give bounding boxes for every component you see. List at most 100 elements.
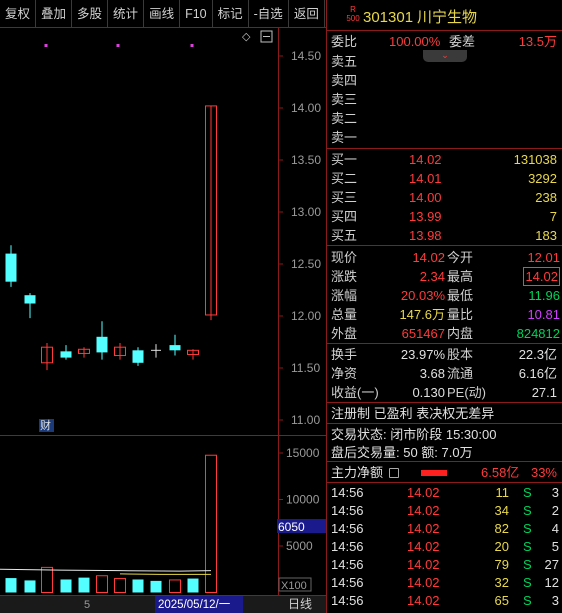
stat-value: 10.81 xyxy=(527,307,560,322)
tags-row: 注册制 已盈利 表决权无差异 xyxy=(327,404,562,423)
tick-row: 14:56 14.02 32 S 12 xyxy=(327,574,562,592)
volume-bar xyxy=(96,575,108,594)
stat-label: 最高 xyxy=(447,269,474,284)
toolbar-button[interactable]: 统计 xyxy=(108,0,145,28)
badge-top: R xyxy=(350,5,356,14)
ask-row[interactable]: 卖五 xyxy=(327,52,562,71)
candle-body xyxy=(169,345,181,351)
stat-label: 换手 xyxy=(331,347,358,362)
tick-time: 14:56 xyxy=(331,575,364,590)
ask-label: 卖四 xyxy=(331,73,358,88)
bid-price: 13.98 xyxy=(409,228,442,243)
tick-side: S xyxy=(523,593,532,608)
bid-label: 买三 xyxy=(331,190,358,205)
stat-label: 外盘 xyxy=(331,326,358,341)
stat-row: 总量 147.6万 量比 10.81 xyxy=(327,305,562,324)
candle-body xyxy=(5,253,17,282)
toolbar-button[interactable]: -自选 xyxy=(249,0,289,28)
tick-row: 14:56 14.02 34 S 2 xyxy=(327,502,562,520)
stat-value: 23.97% xyxy=(400,347,445,362)
stat-value: 824812 xyxy=(516,326,560,341)
tick-price: 14.02 xyxy=(407,557,440,572)
bid-volume: 131038 xyxy=(513,152,557,167)
bid-volume: 3292 xyxy=(528,171,557,186)
ask-row[interactable]: 卖四 xyxy=(327,71,562,90)
bid-row[interactable]: 买二 14.01 3292 xyxy=(327,169,562,188)
stat-value: 11.96 xyxy=(528,288,560,303)
toolbar-button[interactable]: 画线 xyxy=(144,0,181,28)
volume-bar xyxy=(60,579,72,593)
ask-label: 卖一 xyxy=(331,130,358,145)
signal-marker xyxy=(44,44,48,47)
stock-header: R 500 301301 川宁生物 xyxy=(327,5,562,29)
price-tick-label: 11.00 xyxy=(291,413,320,427)
bid-row[interactable]: 买三 14.00 238 xyxy=(327,188,562,207)
volume-bar xyxy=(132,579,144,593)
ask-row[interactable]: 卖二 xyxy=(327,109,562,128)
quote-panel: R 500 301301 川宁生物 委比 100.00% 委差 13.5万 ⌄ … xyxy=(326,0,562,613)
volume-tick-label: 10000 xyxy=(286,493,320,507)
bid-label: 买五 xyxy=(331,228,358,243)
volume-bar xyxy=(169,579,181,594)
stat-label: 今开 xyxy=(447,250,474,265)
tick-count: 3 xyxy=(551,593,559,608)
tick-time: 14:56 xyxy=(331,521,364,536)
volume-bar xyxy=(24,580,36,593)
diff-label: 委差 xyxy=(449,34,476,49)
tick-row: 14:56 14.02 79 S 27 xyxy=(327,556,562,574)
signal-marker xyxy=(116,44,120,47)
stat-value: 20.03% xyxy=(400,288,445,303)
candle-body xyxy=(24,295,36,304)
trade-status: 交易状态: 闭市阶段 15:30:00 xyxy=(331,427,497,442)
tick-row: 14:56 14.02 65 S 3 xyxy=(327,592,562,610)
price-tick-label: 14.00 xyxy=(291,101,321,115)
stat-row: 涨跌 2.34 最高 14.02 xyxy=(327,267,562,286)
toolbar-button[interactable]: 多股 xyxy=(72,0,109,28)
toolbar-button[interactable]: 返回 xyxy=(289,0,325,28)
volume-bar xyxy=(150,580,162,593)
volume-bar xyxy=(205,454,217,593)
ask-row[interactable]: 卖一 xyxy=(327,128,562,147)
bid-label: 买四 xyxy=(331,209,358,224)
price-tick-label: 13.50 xyxy=(291,153,321,167)
bottom-count: 5 xyxy=(84,599,90,611)
stat-label: 最低 xyxy=(447,288,474,303)
stat-value: 22.3亿 xyxy=(518,347,557,362)
stat-value: 0.130 xyxy=(412,385,445,400)
stat-value: 27.1 xyxy=(531,385,557,400)
bid-volume: 7 xyxy=(549,209,557,224)
toolbar-button[interactable]: 叠加 xyxy=(36,0,73,28)
tick-time: 14:56 xyxy=(331,557,364,572)
tick-volume: 20 xyxy=(494,539,509,554)
kline-chart-area[interactable]: 14.50 14.00 13.50 13.00 12.50 12.00 11.50 11.00… xyxy=(0,28,326,613)
tick-side: S xyxy=(523,539,532,554)
volume-bar xyxy=(114,578,126,593)
toolbar-button[interactable]: 复权 xyxy=(0,0,37,28)
tick-count: 3 xyxy=(551,485,559,500)
volume-bar xyxy=(78,577,90,593)
divider xyxy=(327,148,562,149)
bid-row[interactable]: 买一 14.02 131038 xyxy=(327,150,562,169)
stock-code: 301301 xyxy=(363,9,414,26)
list-icon[interactable] xyxy=(389,468,399,478)
main-flow-row: 主力净额 6.58亿 33% xyxy=(327,463,562,482)
stat-value: 147.6万 xyxy=(399,307,445,322)
stat-row: 收益(一) 0.130 PE(动) 27.1 xyxy=(327,383,562,402)
divider xyxy=(327,482,562,483)
kline-chart-svg: 14.50 14.00 13.50 13.00 12.50 12.00 11.50 11.00… xyxy=(0,28,326,613)
ask-label: 卖三 xyxy=(331,92,358,107)
stat-row: 外盘 651467 内盘 824812 xyxy=(327,324,562,343)
toolbar-button[interactable]: F10 xyxy=(180,0,213,28)
ask-row[interactable]: 卖三 xyxy=(327,90,562,109)
stat-label: 总量 xyxy=(331,307,358,322)
bid-price: 14.02 xyxy=(409,152,442,167)
main-flow-value: 6.58亿 xyxy=(481,465,520,480)
toolbar-button[interactable]: 标记 xyxy=(213,0,249,28)
bid-row[interactable]: 买四 13.99 7 xyxy=(327,207,562,226)
divider xyxy=(327,343,562,344)
stock-badge: R 500 xyxy=(345,5,361,23)
bid-row[interactable]: 买五 13.98 183 xyxy=(327,226,562,245)
stock-name: 川宁生物 xyxy=(417,9,478,26)
tick-volume: 34 xyxy=(494,503,509,518)
tick-row: 14:56 14.02 11 S 3 xyxy=(327,484,562,502)
